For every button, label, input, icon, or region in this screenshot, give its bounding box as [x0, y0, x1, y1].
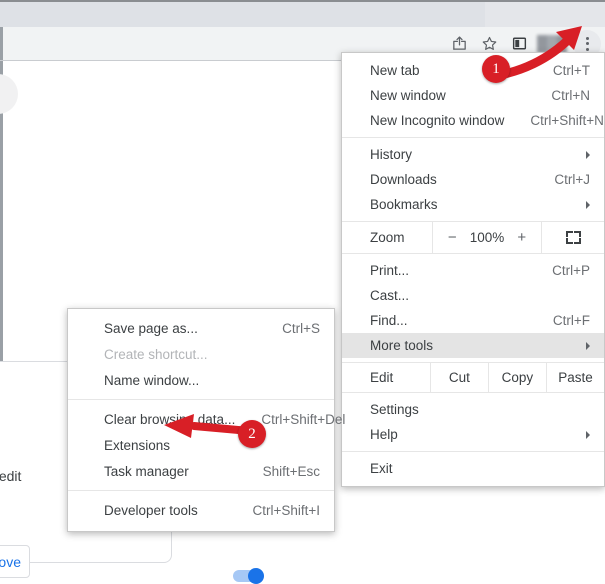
menu-item-label: Settings: [370, 402, 419, 417]
chevron-right-icon: [586, 431, 590, 439]
tab-strip: [0, 0, 605, 29]
menu-item-shortcut: Ctrl+F: [527, 313, 590, 328]
menu-item-new-incognito-window[interactable]: New Incognito window Ctrl+Shift+N: [342, 108, 604, 133]
menu-item-label: Exit: [370, 461, 393, 476]
menu-item-label: History: [370, 147, 412, 162]
annotation-badge-2: 2: [238, 420, 266, 448]
menu-item-label: Name window...: [104, 373, 199, 388]
menu-item-history[interactable]: History: [342, 142, 604, 167]
submenu-item-task-manager[interactable]: Task manager Shift+Esc: [68, 458, 334, 484]
menu-item-label: More tools: [370, 338, 433, 353]
profile-avatar[interactable]: [537, 35, 567, 53]
menu-item-label: Clear browsing data...: [104, 412, 235, 427]
menu-item-bookmarks[interactable]: Bookmarks: [342, 192, 604, 217]
cut-button[interactable]: Cut: [431, 363, 489, 392]
chevron-right-icon: [586, 151, 590, 159]
menu-item-label: Developer tools: [104, 503, 198, 518]
dot-middle: [586, 42, 589, 45]
menu-item-downloads[interactable]: Downloads Ctrl+J: [342, 167, 604, 192]
copy-button[interactable]: Copy: [489, 363, 547, 392]
menu-item-label: New Incognito window: [370, 113, 504, 128]
menu-item-label: Downloads: [370, 172, 437, 187]
dot-bottom: [586, 48, 589, 51]
menu-separator: [342, 451, 604, 452]
paste-button[interactable]: Paste: [547, 363, 604, 392]
menu-item-label: Save page as...: [104, 321, 198, 336]
enable-toggle[interactable]: [233, 568, 267, 584]
page-text-fragment-2: te and edit: [0, 468, 21, 484]
browser-window: es te and edit emove New tab Ctrl+T New …: [0, 0, 605, 525]
menu-item-new-tab[interactable]: New tab Ctrl+T: [342, 58, 604, 83]
dot-top: [586, 37, 589, 40]
menu-item-label: New window: [370, 88, 446, 103]
menu-zoom-row: Zoom − 100% +: [342, 221, 604, 254]
menu-item-label: Create shortcut...: [104, 347, 208, 362]
menu-item-shortcut: Shift+Esc: [237, 464, 320, 479]
toggle-knob: [248, 568, 264, 584]
menu-item-more-tools[interactable]: More tools: [342, 333, 604, 358]
fullscreen-icon: [566, 231, 581, 244]
submenu-item-clear-browsing-data[interactable]: Clear browsing data... Ctrl+Shift+Del: [68, 406, 334, 432]
menu-item-label: New tab: [370, 63, 420, 78]
window-left-border: [0, 27, 3, 60]
submenu-item-developer-tools[interactable]: Developer tools Ctrl+Shift+I: [68, 497, 334, 523]
tab-strip-right-region: [485, 2, 605, 29]
menu-item-label: Help: [370, 427, 398, 442]
edit-label: Edit: [342, 363, 431, 392]
menu-item-new-window[interactable]: New window Ctrl+N: [342, 83, 604, 108]
annotation-badge-1: 1: [482, 55, 510, 83]
menu-item-find[interactable]: Find... Ctrl+F: [342, 308, 604, 333]
menu-item-label: Bookmarks: [370, 197, 438, 212]
menu-item-label: Print...: [370, 263, 409, 278]
page-avatar-circle: [0, 74, 18, 114]
menu-item-shortcut: Ctrl+S: [256, 321, 320, 336]
submenu-item-save-page-as[interactable]: Save page as... Ctrl+S: [68, 315, 334, 341]
submenu-separator: [68, 399, 334, 400]
zoom-level-value: 100%: [470, 230, 505, 245]
menu-item-print[interactable]: Print... Ctrl+P: [342, 258, 604, 283]
submenu-item-name-window[interactable]: Name window...: [68, 367, 334, 393]
menu-edit-row: Edit Cut Copy Paste: [342, 362, 604, 393]
submenu-separator: [68, 490, 334, 491]
chevron-right-icon: [586, 201, 590, 209]
menu-separator: [342, 137, 604, 138]
zoom-in-button[interactable]: +: [513, 229, 531, 246]
chevron-right-icon: [586, 342, 590, 350]
menu-item-label: Cast...: [370, 288, 409, 303]
zoom-label: Zoom: [342, 222, 432, 253]
menu-item-shortcut: Ctrl+P: [526, 263, 590, 278]
menu-item-label: Task manager: [104, 464, 189, 479]
remove-button[interactable]: emove: [0, 545, 30, 578]
menu-item-exit[interactable]: Exit: [342, 456, 604, 481]
menu-item-shortcut: Ctrl+Shift+I: [226, 503, 320, 518]
menu-item-shortcut: Ctrl+T: [527, 63, 590, 78]
chrome-main-menu[interactable]: New tab Ctrl+T New window Ctrl+N New Inc…: [341, 52, 605, 487]
fullscreen-button[interactable]: [542, 222, 604, 253]
submenu-item-create-shortcut: Create shortcut...: [68, 341, 334, 367]
zoom-out-button[interactable]: −: [443, 229, 461, 246]
menu-item-shortcut: Ctrl+J: [528, 172, 590, 187]
menu-item-label: Find...: [370, 313, 408, 328]
menu-item-shortcut: Ctrl+Shift+N: [504, 113, 604, 128]
menu-item-label: Extensions: [104, 438, 170, 453]
menu-item-help[interactable]: Help: [342, 422, 604, 447]
menu-item-cast[interactable]: Cast...: [342, 283, 604, 308]
zoom-controls: − 100% +: [432, 222, 542, 253]
menu-item-shortcut: Ctrl+N: [525, 88, 590, 103]
submenu-item-extensions[interactable]: Extensions: [68, 432, 334, 458]
menu-item-settings[interactable]: Settings: [342, 397, 604, 422]
more-tools-submenu[interactable]: Save page as... Ctrl+S Create shortcut..…: [67, 308, 335, 532]
